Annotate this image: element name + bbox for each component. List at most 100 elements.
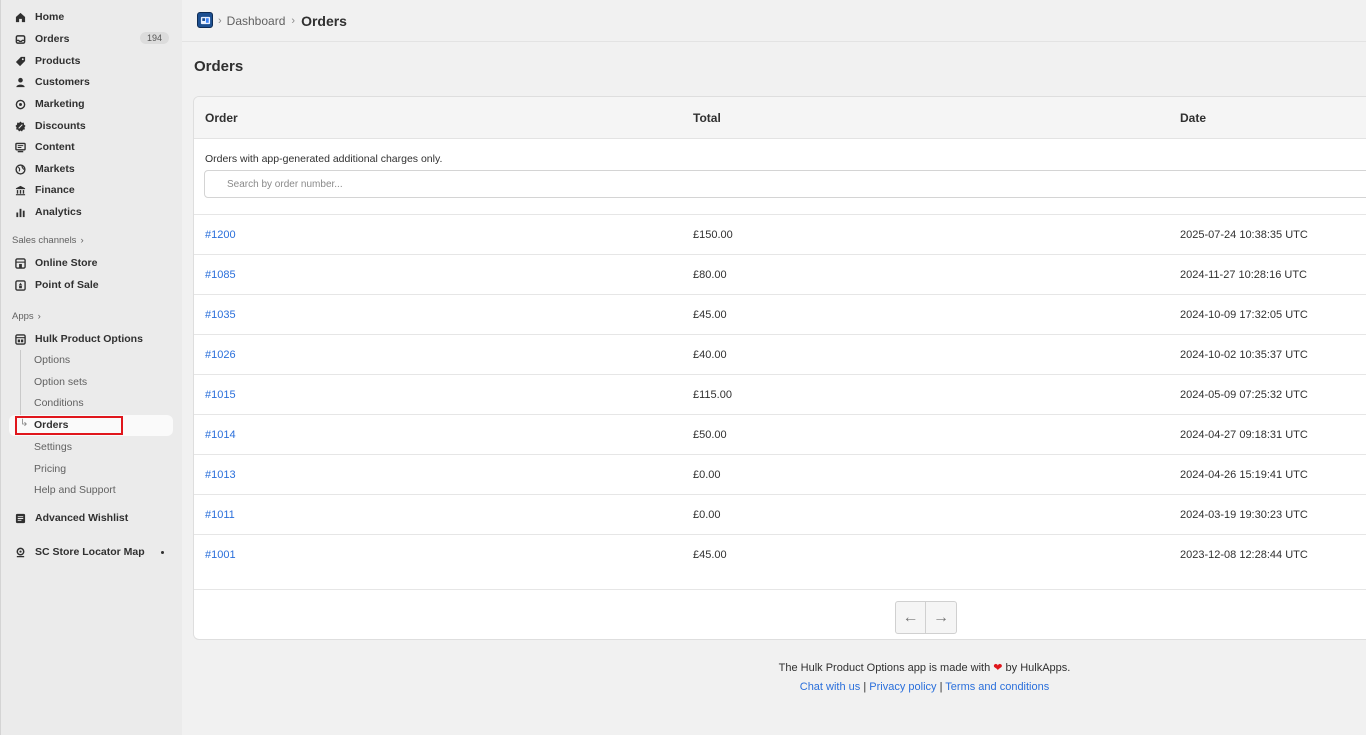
sidebar-item-label: Hulk Product Options [35,333,143,345]
made-with-suffix: by HulkApps. [1005,662,1071,674]
sidebar-item-finance[interactable]: Finance [9,180,173,200]
made-with-prefix: The Hulk Product Options app is made wit… [778,662,991,674]
table-row[interactable]: #1001 £45.00 2023-12-08 12:28:44 UTC [194,534,1366,574]
table-row[interactable]: #1200 £150.00 2025-07-24 10:38:35 UTC [194,214,1366,254]
table-row[interactable]: #1085 £80.00 2024-11-27 10:28:16 UTC [194,254,1366,294]
orders-icon [13,32,27,46]
store-icon [13,256,27,270]
chat-with-us-link[interactable]: Chat with us [800,681,861,693]
table-row[interactable]: #1015 £115.00 2024-05-09 07:25:32 UTC [194,374,1366,414]
order-link[interactable]: #1035 [205,309,236,321]
sidebar-item-products[interactable]: Products [9,51,173,71]
sidebar-item-label: Analytics [35,206,82,218]
sidebar-item-analytics[interactable]: Analytics [9,202,173,222]
table-row[interactable]: #1035 £45.00 2024-10-09 17:32:05 UTC [194,294,1366,334]
table-row[interactable]: #1011 £0.00 2024-03-19 19:30:23 UTC [194,494,1366,534]
order-link[interactable]: #1014 [205,429,236,441]
previous-page-button[interactable]: ← [896,602,927,633]
column-header-total: Total [693,111,721,125]
sidebar-item-label: Finance [35,184,75,196]
order-total: £50.00 [693,429,727,441]
hulk-app-logo-icon[interactable] [197,12,213,28]
terms-conditions-link[interactable]: Terms and conditions [945,681,1049,693]
order-link[interactable]: #1011 [205,509,235,521]
subnav-help-support[interactable]: Help and Support [34,484,116,496]
subnav-conditions[interactable]: Conditions [34,397,84,409]
sidebar-item-label: SC Store Locator Map [35,546,145,558]
order-date: 2024-04-26 15:19:41 UTC [1180,469,1308,481]
sidebar-item-content[interactable]: Content [9,137,173,157]
bank-icon [13,183,27,197]
breadcrumb: › Dashboard › Orders [218,0,347,42]
sidebar-item-customers[interactable]: Customers [9,72,173,92]
column-header-order: Order [205,111,238,125]
wishlist-app-icon [13,511,27,525]
arrow-right-icon: → [933,608,949,626]
sidebar-item-online-store[interactable]: Online Store [9,253,173,273]
sidebar-item-label: Home [35,11,65,23]
tag-icon [13,54,27,68]
orders-count-badge: 194 [139,32,169,44]
subnav-options[interactable]: Options [34,354,70,366]
chevron-right-icon: › [218,15,222,27]
table-row[interactable]: #1026 £40.00 2024-10-02 10:35:37 UTC [194,334,1366,374]
order-link[interactable]: #1200 [205,229,236,241]
sidebar-item-sc-store-locator[interactable]: SC Store Locator Map [9,542,173,562]
order-total: £45.00 [693,549,727,561]
globe-icon [13,162,27,176]
order-link[interactable]: #1015 [205,389,236,401]
apps-header[interactable]: Apps › [12,311,41,322]
sidebar-item-label: Marketing [35,98,85,110]
heart-icon: ❤ [993,662,1003,674]
sidebar-item-label: Point of Sale [35,279,99,291]
table-footer-divider [194,589,1366,590]
sidebar-item-discounts[interactable]: Discounts [9,116,173,136]
sales-channels-header[interactable]: Sales channels › [12,235,84,246]
order-date: 2024-10-09 17:32:05 UTC [1180,309,1308,321]
privacy-policy-link[interactable]: Privacy policy [869,681,936,693]
sidebar-item-advanced-wishlist[interactable]: Advanced Wishlist [9,508,173,528]
breadcrumb-dashboard[interactable]: Dashboard [227,14,286,28]
sidebar-item-label: Customers [35,76,90,88]
sidebar-item-label: Content [35,141,75,153]
order-date: 2023-12-08 12:28:44 UTC [1180,549,1308,561]
sidebar-item-marketing[interactable]: Marketing [9,94,173,114]
order-date: 2024-04-27 09:18:31 UTC [1180,429,1308,441]
sidebar-item-home[interactable]: Home [9,7,173,27]
order-link[interactable]: #1013 [205,469,236,481]
content-icon [13,140,27,154]
filter-note: Orders with app-generated additional cha… [205,153,443,165]
hulk-app-icon [13,332,27,346]
search-input[interactable] [204,170,1366,198]
subnav-settings[interactable]: Settings [34,441,72,453]
column-header-date: Date [1180,111,1207,125]
table-row[interactable]: #1014 £50.00 2024-04-27 09:18:31 UTC [194,414,1366,454]
more-dot-icon[interactable] [161,551,164,554]
annotation-highlight-box [15,416,123,435]
order-link[interactable]: #1001 [205,549,236,561]
order-date: 2025-07-24 10:38:35 UTC [1180,229,1308,241]
sidebar-item-markets[interactable]: Markets [9,159,173,179]
link-separator: | [939,681,943,693]
footer-links: Chat with us | Privacy policy | Terms an… [0,681,1366,693]
order-date: 2024-10-02 10:35:37 UTC [1180,349,1308,361]
sidebar-item-label: Advanced Wishlist [35,512,129,524]
pagination: ← → [895,601,957,634]
map-pin-app-icon [13,545,27,559]
subnav-option-sets[interactable]: Option sets [34,376,87,388]
order-link[interactable]: #1026 [205,349,236,361]
sidebar-item-point-of-sale[interactable]: Point of Sale [9,275,173,295]
sidebar-item-orders[interactable]: Orders 194 [9,29,173,49]
order-total: £150.00 [693,229,733,241]
sidebar-item-hulk-product-options[interactable]: Hulk Product Options [9,329,173,349]
next-page-button[interactable]: → [926,602,956,633]
order-link[interactable]: #1085 [205,269,236,281]
breadcrumb-current: Orders [301,13,347,29]
table-row[interactable]: #1013 £0.00 2024-04-26 15:19:41 UTC [194,454,1366,494]
subnav-pricing[interactable]: Pricing [34,463,66,475]
order-total: £115.00 [693,389,732,401]
link-separator: | [863,681,867,693]
target-icon [13,97,27,111]
sidebar: Home Orders 194 Products Customers Marke… [0,0,182,735]
top-bar: › Dashboard › Orders [182,0,1366,42]
